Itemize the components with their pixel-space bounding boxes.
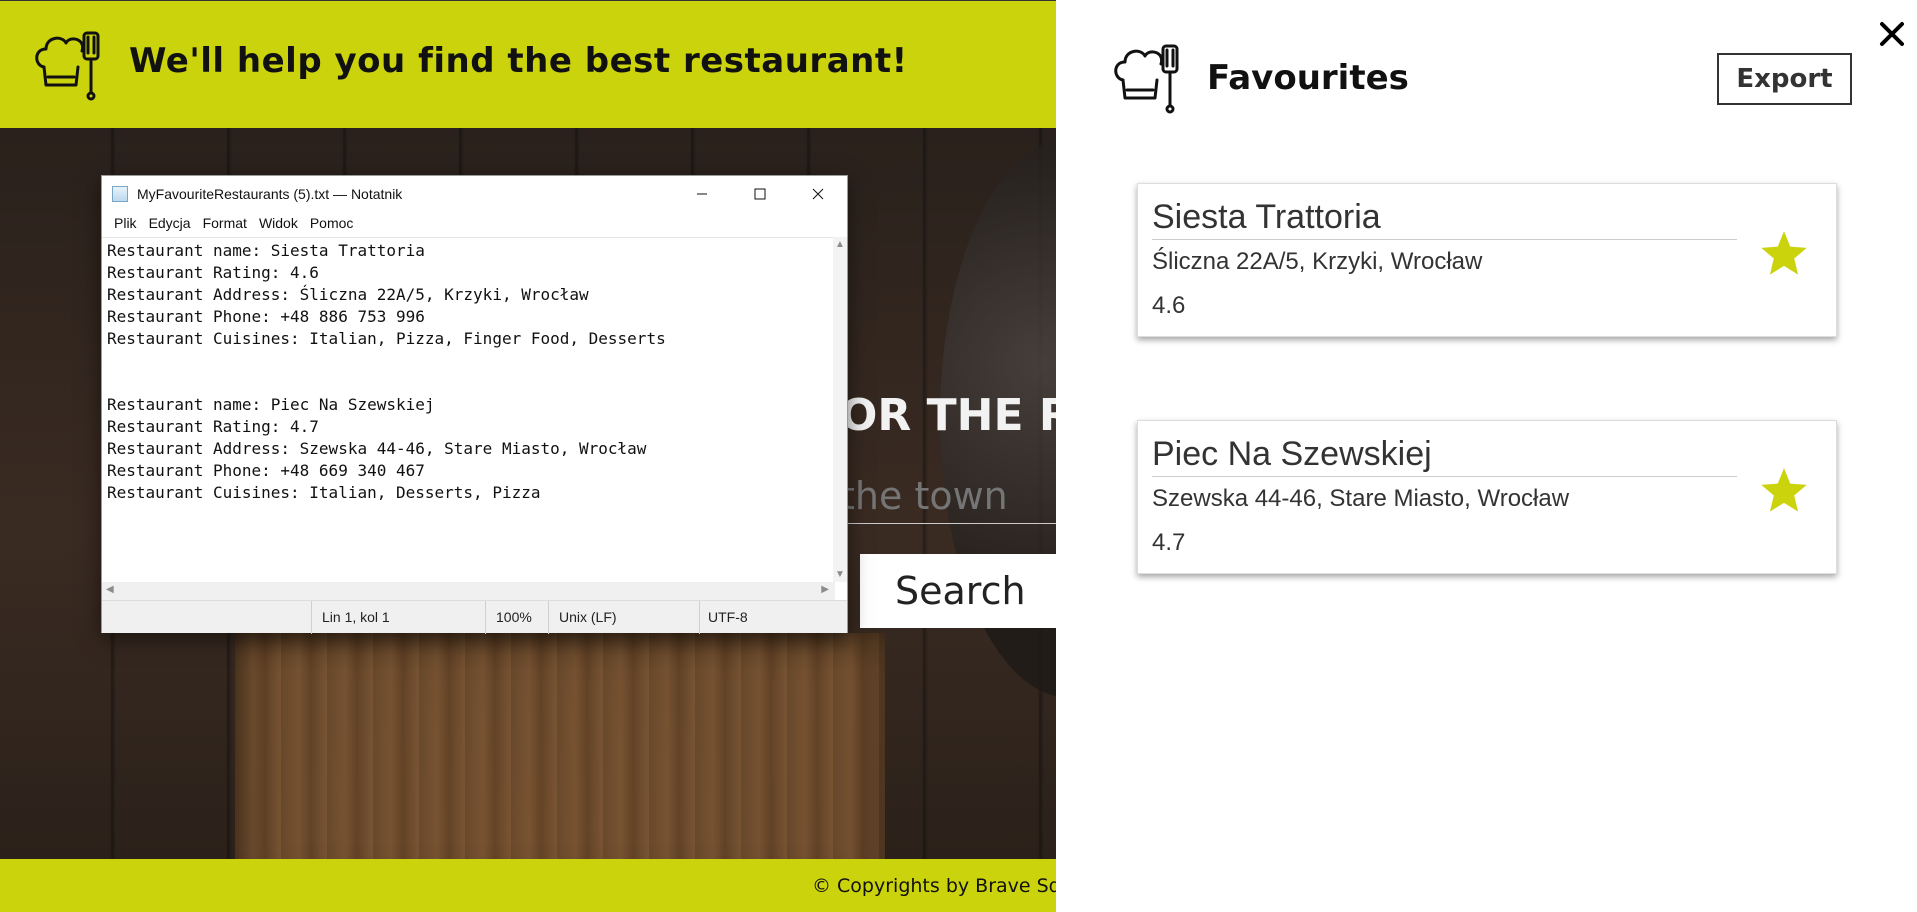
minimize-button[interactable]: [673, 176, 731, 212]
menu-plik[interactable]: Plik: [108, 215, 143, 231]
notepad-window: MyFavouriteRestaurants (5).txt — Notatni…: [101, 175, 848, 634]
text-line: Restaurant Address: Śliczna 22A/5, Krzyk…: [107, 285, 589, 304]
status-cursor-position: Lin 1, kol 1: [322, 609, 390, 625]
cutting-board-decoration: [235, 633, 885, 859]
notepad-title: MyFavouriteRestaurants (5).txt — Notatni…: [137, 186, 403, 202]
notepad-document-icon: [112, 186, 128, 202]
close-icon: [812, 188, 824, 200]
status-zoom: 100%: [496, 609, 532, 625]
maximize-button[interactable]: [731, 176, 789, 212]
notepad-statusbar: Lin 1, kol 1 100% Unix (LF) UTF-8: [102, 600, 847, 634]
text-line: Restaurant Rating: 4.6: [107, 263, 319, 282]
text-line: Restaurant Cuisines: Italian, Desserts, …: [107, 483, 541, 502]
favourites-title: Favourites: [1207, 58, 1409, 98]
star-icon[interactable]: [1758, 465, 1810, 517]
scroll-up-icon[interactable]: ▲: [835, 239, 845, 250]
hero-heading: OR THE RE: [840, 390, 1056, 441]
text-line: [107, 372, 835, 394]
restaurant-rating: 4.6: [1152, 292, 1186, 319]
app-header: We'll help you find the best restaurant!: [0, 0, 1056, 128]
status-separator: [485, 601, 486, 634]
text-line: [107, 350, 835, 372]
status-separator: [548, 601, 549, 634]
vertical-scrollbar[interactable]: ▲ ▼: [833, 237, 847, 582]
export-button[interactable]: Export: [1717, 53, 1852, 105]
copyright-text: © Copyrights by Brave Squ: [812, 875, 1056, 897]
text-line: Restaurant Phone: +48 886 753 996: [107, 307, 425, 326]
restaurant-address: Szewska 44-46, Stare Miasto, Wrocław: [1152, 485, 1570, 512]
restaurant-rating: 4.7: [1152, 529, 1186, 556]
text-line: Restaurant Rating: 4.7: [107, 417, 319, 436]
status-encoding: UTF-8: [708, 609, 748, 625]
favourites-panel: Favourites Export Siesta Trattoria Ślicz…: [1056, 0, 1917, 912]
scroll-right-icon[interactable]: ▶: [821, 584, 829, 595]
minimize-icon: [697, 193, 707, 195]
menu-widok[interactable]: Widok: [253, 215, 304, 231]
text-line: Restaurant Cuisines: Italian, Pizza, Fin…: [107, 329, 666, 348]
search-button[interactable]: Search: [860, 554, 1056, 628]
menu-pomoc[interactable]: Pomoc: [304, 215, 360, 231]
menu-edycja[interactable]: Edycja: [143, 215, 197, 231]
text-line: Restaurant name: Piec Na Szewskiej: [107, 395, 435, 414]
town-search-input[interactable]: [840, 468, 1056, 524]
status-separator: [699, 601, 700, 634]
favourite-card[interactable]: Siesta Trattoria Śliczna 22A/5, Krzyki, …: [1137, 183, 1837, 337]
horizontal-scrollbar[interactable]: ◀ ▶: [102, 582, 835, 600]
menu-format[interactable]: Format: [197, 215, 253, 231]
favourite-card[interactable]: Piec Na Szewskiej Szewska 44-46, Stare M…: [1137, 420, 1837, 574]
close-panel-icon[interactable]: [1874, 16, 1910, 52]
scroll-down-icon[interactable]: ▼: [835, 569, 845, 580]
notepad-text-area[interactable]: Restaurant name: Siesta Trattoria Restaur…: [102, 237, 835, 582]
text-line: Restaurant name: Siesta Trattoria: [107, 241, 425, 260]
star-icon[interactable]: [1758, 228, 1810, 280]
header-title: We'll help you find the best restaurant!: [129, 41, 908, 81]
maximize-icon: [754, 188, 766, 200]
restaurant-name: Piec Na Szewskiej: [1152, 435, 1737, 477]
notepad-titlebar[interactable]: MyFavouriteRestaurants (5).txt — Notatni…: [102, 176, 847, 212]
scroll-left-icon[interactable]: ◀: [106, 584, 114, 595]
restaurant-address: Śliczna 22A/5, Krzyki, Wrocław: [1152, 248, 1483, 275]
notepad-menubar: Plik Edycja Format Widok Pomoc: [102, 212, 847, 234]
chef-hat-logo-icon: [1114, 44, 1179, 114]
text-line: Restaurant Phone: +48 669 340 467: [107, 461, 425, 480]
close-window-button[interactable]: [789, 176, 847, 212]
app-footer: © Copyrights by Brave Squ: [0, 859, 1056, 912]
status-separator: [311, 601, 312, 634]
chef-hat-logo-icon: [35, 31, 100, 101]
restaurant-name: Siesta Trattoria: [1152, 198, 1737, 240]
status-line-ending: Unix (LF): [559, 609, 617, 625]
text-line: Restaurant Address: Szewska 44-46, Stare…: [107, 439, 647, 458]
